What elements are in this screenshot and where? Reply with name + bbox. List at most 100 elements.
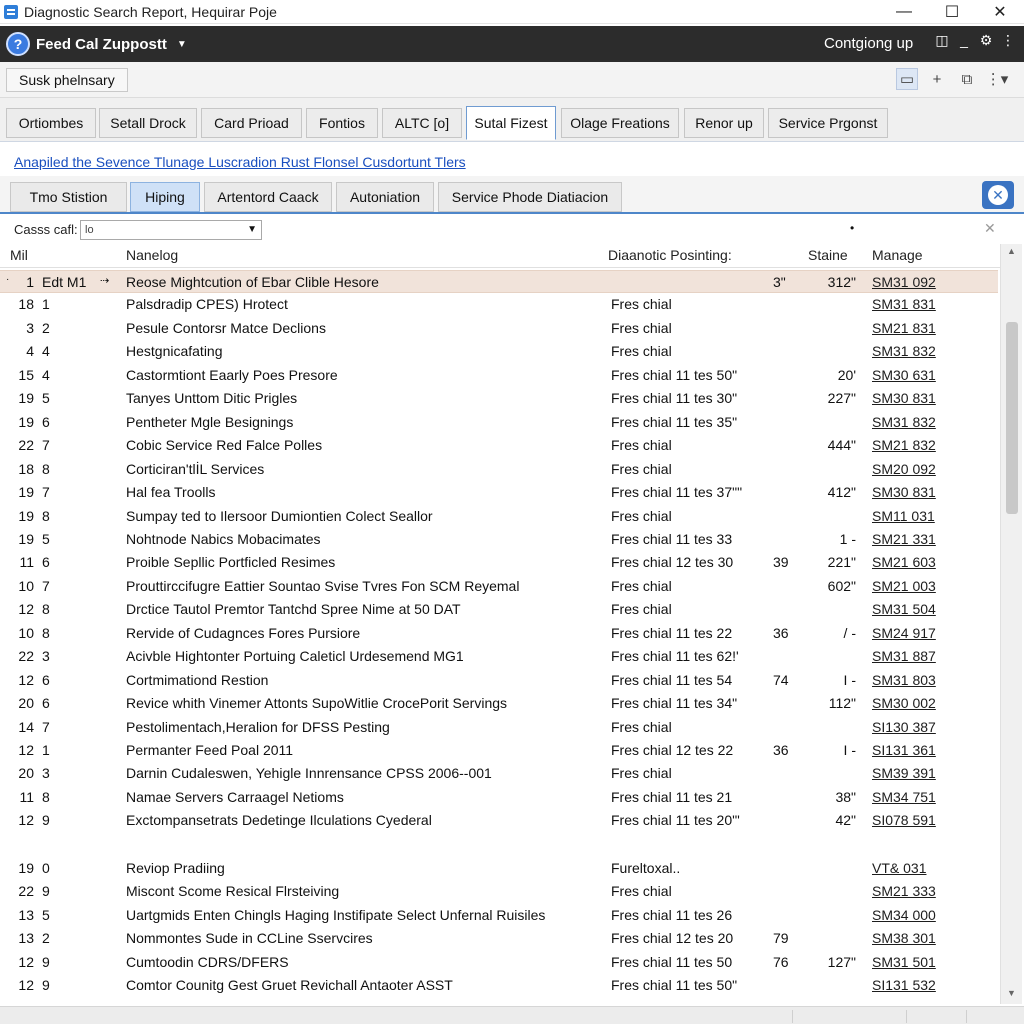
table-row[interactable]: 10 7 Prouttirccifugre Eattier Sountao Svis… (0, 575, 998, 598)
add-icon[interactable]: + (926, 68, 948, 90)
table-row[interactable]: 19 5 Nohtnode Nabics Mobacimates Fres chial… (0, 528, 998, 551)
subtab-service-phode[interactable]: Service Phode Diatiacion (438, 182, 622, 212)
table-row[interactable]: 19 6 Pentheter Mgle Besignings Fres chial 1… (0, 411, 998, 434)
cell-manage[interactable]: SM31 803 (872, 672, 936, 688)
table-row[interactable]: 15 4 Castormtiont Eaarly Poes Presore Fres … (0, 364, 998, 387)
col-manage[interactable]: Manage (872, 247, 923, 263)
cell-manage[interactable]: SM38 301 (872, 930, 936, 946)
tab-fontios[interactable]: Fontios (306, 108, 378, 138)
cell-manage[interactable]: SM21 603 (872, 554, 936, 570)
cell-manage[interactable]: SM21 333 (872, 883, 936, 899)
cell-manage[interactable]: SI078 591 (872, 812, 936, 828)
cell-manage[interactable]: SM30 631 (872, 367, 936, 383)
cell-manage[interactable]: VT& 031 (872, 860, 926, 876)
close-panel-button[interactable]: ✕ (982, 181, 1014, 209)
table-row[interactable]: 18 1 Palsdradip CPES) Hrotect Fres chial SM3… (0, 293, 998, 316)
report-link[interactable]: Anapiled the Sevence Tlunage Luscradion … (14, 154, 466, 170)
chevron-down-icon[interactable]: ▼ (177, 39, 187, 50)
col-diag[interactable]: Diaanotic Posinting: (608, 247, 732, 263)
cell-manage[interactable]: SM31 887 (872, 648, 936, 664)
table-row[interactable]: 12 8 Drctice Tautol Premtor Tantchd Spree … (0, 598, 998, 621)
cell-manage[interactable]: SM31 831 (872, 296, 936, 312)
cell-manage[interactable]: SM31 501 (872, 954, 936, 970)
scroll-down-icon[interactable]: ▼ (1007, 988, 1016, 998)
cell-manage[interactable]: SM31 832 (872, 343, 936, 359)
table-row[interactable]: 11 6 Proible Sepllic Portficled Resimes Fre… (0, 551, 998, 574)
subtab-artentord-caack[interactable]: Artentord Caack (204, 182, 332, 212)
cell-manage[interactable]: SM20 092 (872, 461, 936, 477)
subtab-autoniation[interactable]: Autoniation (336, 182, 434, 212)
table-row[interactable]: 22 3 Acivble Hightonter Portuing Caleticl … (0, 645, 998, 668)
tab-service-prgonst[interactable]: Service Prgonst (768, 108, 888, 138)
tab-olage-freations[interactable]: Olage Freations (561, 108, 679, 138)
cell-manage[interactable]: SM24 917 (872, 625, 936, 641)
subtab-hiping[interactable]: Hiping (130, 182, 200, 212)
cell-manage[interactable]: SM34 751 (872, 789, 936, 805)
tab-altc[interactable]: ALTC [o] (382, 108, 462, 138)
row-expand-icon[interactable]: ⇢ (100, 274, 109, 287)
col-name[interactable]: Nanelog (126, 247, 178, 263)
cell-manage[interactable]: SM39 391 (872, 765, 936, 781)
table-row[interactable]: 12 9 Cumtoodin CDRS/DFERS Fres chial 11 tes… (0, 951, 998, 974)
search-chip[interactable]: Susk phelnsary (6, 68, 128, 92)
maximize-button[interactable]: ☐ (928, 0, 976, 24)
table-row[interactable]: 4 4 Hestgnicafating Fres chial SM31 832 (0, 340, 998, 363)
table-row[interactable]: 22 9 Miscont Scome Resical Flrsteiving Fres… (0, 880, 998, 903)
table-row[interactable]: 19 7 Hal fea Troolls Fres chial 11 tes 37""… (0, 481, 998, 504)
table-row[interactable]: 19 5 Tanyes Unttom Ditic Prigles Fres chial… (0, 387, 998, 410)
cell-manage[interactable]: SM30 831 (872, 390, 936, 406)
cell-manage[interactable]: SM21 832 (872, 437, 936, 453)
cell-manage[interactable]: SI130 387 (872, 719, 936, 735)
table-row[interactable]: 12 9 Comtor Counitg Gest Gruet Revichall A… (0, 974, 998, 997)
cell-manage[interactable]: SI131 532 (872, 977, 936, 993)
table-row[interactable]: 10 8 Rervide of Cudagnces Fores Pursiore Fr… (0, 622, 998, 645)
table-row[interactable]: 18 8 Corticiran'tlİL Services Fres chial SM2… (0, 458, 998, 481)
scroll-up-icon[interactable]: ▲ (1007, 246, 1016, 256)
cell-manage[interactable]: SM31 832 (872, 414, 936, 430)
minimize-button[interactable]: — (880, 0, 928, 24)
cell-manage[interactable]: SM21 003 (872, 578, 936, 594)
scroll-thumb[interactable] (1006, 322, 1018, 514)
copy-icon[interactable]: ⧉ (956, 68, 978, 90)
menu-dots-icon[interactable]: ⋮ (1000, 32, 1016, 49)
subtab-tmo-stistion[interactable]: Tmo Stistion (10, 182, 127, 212)
table-row[interactable]: 12 1 Permanter Feed Poal 2011 Fres chial 12… (0, 739, 998, 762)
cell-manage[interactable]: SI131 361 (872, 742, 936, 758)
table-row[interactable]: 20 3 Darnin Cudaleswen, Yehigle Innrensanc… (0, 762, 998, 785)
close-button[interactable]: ✕ (976, 0, 1024, 24)
help-logo-icon[interactable]: ? (6, 32, 30, 56)
monitor-icon[interactable]: ▭ (896, 68, 918, 90)
table-row[interactable]: 11 8 Namae Servers Carraagel Netioms Fres c… (0, 786, 998, 809)
table-row[interactable]: 19 0 Reviop Pradiing Fureltoxal.. VT& 031 (0, 857, 998, 880)
clear-filter-icon[interactable]: ✕ (984, 220, 996, 237)
settings-icon[interactable]: ⚙ (978, 32, 994, 49)
filter-dropdown[interactable]: lo ▼ (80, 220, 262, 240)
table-row[interactable]: 12 9 Exctompansetrats Dedetinge Ilculation… (0, 809, 998, 832)
table-row[interactable]: 14 7 Pestolimentach,Heralion for DFSS Pest… (0, 716, 998, 739)
col-status[interactable]: Staine (808, 247, 848, 263)
table-row[interactable]: 12 6 Cortmimationd Restion Fres chial 11 te… (0, 669, 998, 692)
cell-manage[interactable]: SM31 092 (872, 274, 936, 290)
table-row[interactable]: 1 Edt M1 Reose Mightcution of Ebar Clible … (0, 270, 998, 293)
tab-sutal-fizest[interactable]: Sutal Fizest (466, 106, 556, 140)
vertical-scrollbar[interactable]: ▲ ▼ (1000, 244, 1022, 1004)
cell-manage[interactable]: SM11 031 (872, 508, 935, 524)
table-row[interactable]: 3 2 Pesule Contorsr Matce Declions Fres chi… (0, 317, 998, 340)
more-icon[interactable]: ⋮▾ (986, 68, 1009, 90)
cell-manage[interactable]: SM31 504 (872, 601, 936, 617)
col-mil[interactable]: Mil (10, 247, 28, 263)
tab-setall-drock[interactable]: Setall Drock (99, 108, 197, 138)
cell-manage[interactable]: SM30 002 (872, 695, 936, 711)
table-row[interactable]: 19 8 Sumpay ted to Ilersoor Dumiontien Col… (0, 505, 998, 528)
cell-manage[interactable]: SM30 831 (872, 484, 936, 500)
cell-manage[interactable]: SM21 331 (872, 531, 936, 547)
cell-manage[interactable]: SM21 831 (872, 320, 936, 336)
app-name[interactable]: Feed Cal Zuppostt (36, 36, 167, 53)
cell-manage[interactable]: SM34 000 (872, 907, 936, 923)
table-row[interactable]: 13 2 Nommontes Sude in CCLine Sservcires Fr… (0, 927, 998, 950)
table-row[interactable]: 20 6 Revice whith Vinemer Attonts SupoWitl… (0, 692, 998, 715)
window-icon[interactable]: ◫ (934, 32, 950, 49)
table-row[interactable]: 13 5 Uartgmids Enten Chingls Haging Instif… (0, 904, 998, 927)
tab-card-prioad[interactable]: Card Prioad (201, 108, 302, 138)
table-row[interactable]: 22 7 Cobic Service Red Falce Polles Fres ch… (0, 434, 998, 457)
